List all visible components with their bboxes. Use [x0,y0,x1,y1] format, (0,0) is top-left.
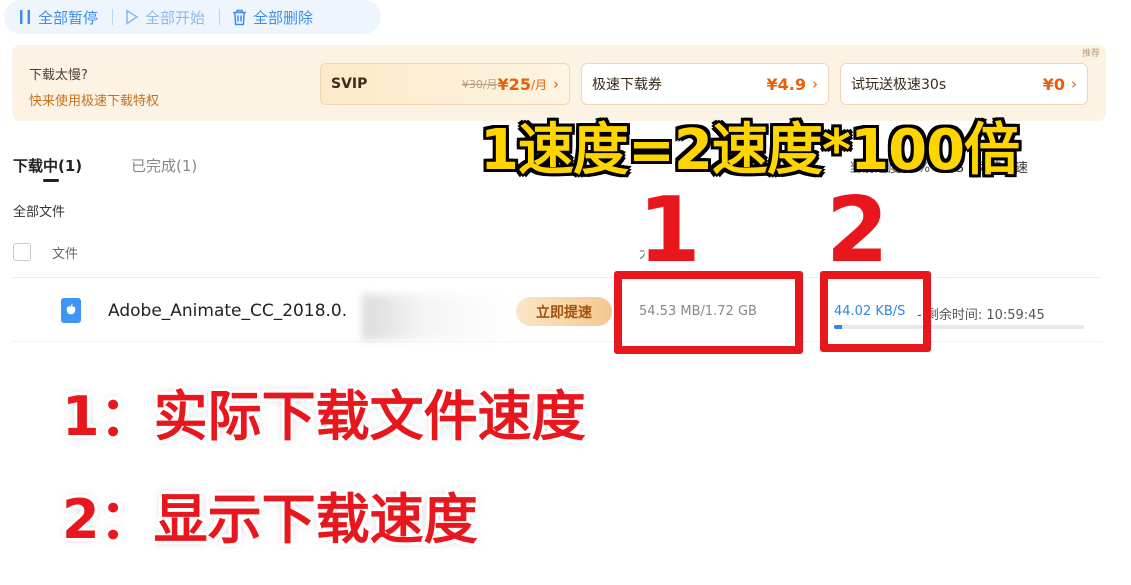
annotation-number-1: 1 [638,178,701,283]
all-files-label: 全部文件 [13,205,66,220]
file-name: Adobe_Animate_CC_2018.0. [108,301,348,321]
chevron-right-icon: › [812,75,818,93]
offer-speed-ticket[interactable]: 极速下载券 ¥4.9 › [581,63,829,105]
offer-name: SVIP [331,76,368,92]
file-icon [61,298,81,323]
chevron-right-icon: › [1071,75,1077,93]
annotation-box-speed [820,271,931,352]
offer-svip[interactable]: SVIP ¥30/月 ¥25 /月 › [320,63,570,105]
blurred-filename [362,294,512,340]
pause-all-button[interactable]: 全部暂停 [18,7,98,28]
column-file: 文件 [52,247,79,262]
chevron-right-icon: › [553,75,559,93]
delete-all-label: 全部删除 [253,8,314,27]
pause-all-label: 全部暂停 [38,8,99,27]
offer-name: 试玩送极速30s [851,77,947,93]
start-all-label: 全部开始 [145,8,206,27]
trash-icon [233,9,247,25]
offer-old-price: ¥30/月 [461,78,498,91]
pause-icon [20,10,30,24]
delete-all-button[interactable]: 全部删除 [232,7,313,28]
annotation-title: 1速度=2速度*100倍 [480,118,1020,183]
table-header: 文件 大小 [12,238,1102,278]
play-icon [126,9,139,25]
annotation-note-2: 2：显示下载速度 [62,488,478,551]
offer-price: ¥4.9 [766,74,806,94]
promo-title: 下载太慢? [29,68,88,83]
offer-name: 极速下载券 [592,77,662,93]
toolbar-divider [112,9,114,25]
offer-price: ¥25 [497,74,531,94]
start-all-button[interactable]: 全部开始 [125,7,205,28]
select-all-checkbox[interactable] [13,243,31,261]
speed-up-button[interactable]: 立即提速 [516,297,612,326]
promo-badge: 推荐 [1081,49,1100,59]
table-row[interactable]: Adobe_Animate_CC_2018.0. 立即提速 54.53 MB/1… [12,280,1102,342]
annotation-number-2: 2 [826,178,889,283]
offer-price: ¥0 [1042,74,1065,94]
remaining-time: - 剩余时间: 10:59:45 [917,308,1045,323]
toolbar: 全部暂停 全部开始 全部删除 [4,0,381,34]
tab-underline [43,179,59,182]
annotation-box-size [614,271,803,354]
annotation-note-1: 1：实际下载文件速度 [62,385,586,448]
offer-unit: /月 [530,77,547,92]
toolbar-divider [219,9,221,25]
offer-trial[interactable]: 试玩送极速30s ¥0 › [840,63,1088,105]
tab-downloading[interactable]: 下载中(1) [13,155,82,176]
tab-completed[interactable]: 已完成(1) [131,155,197,176]
promo-subtitle[interactable]: 快来使用极速下载特权 [29,90,159,109]
